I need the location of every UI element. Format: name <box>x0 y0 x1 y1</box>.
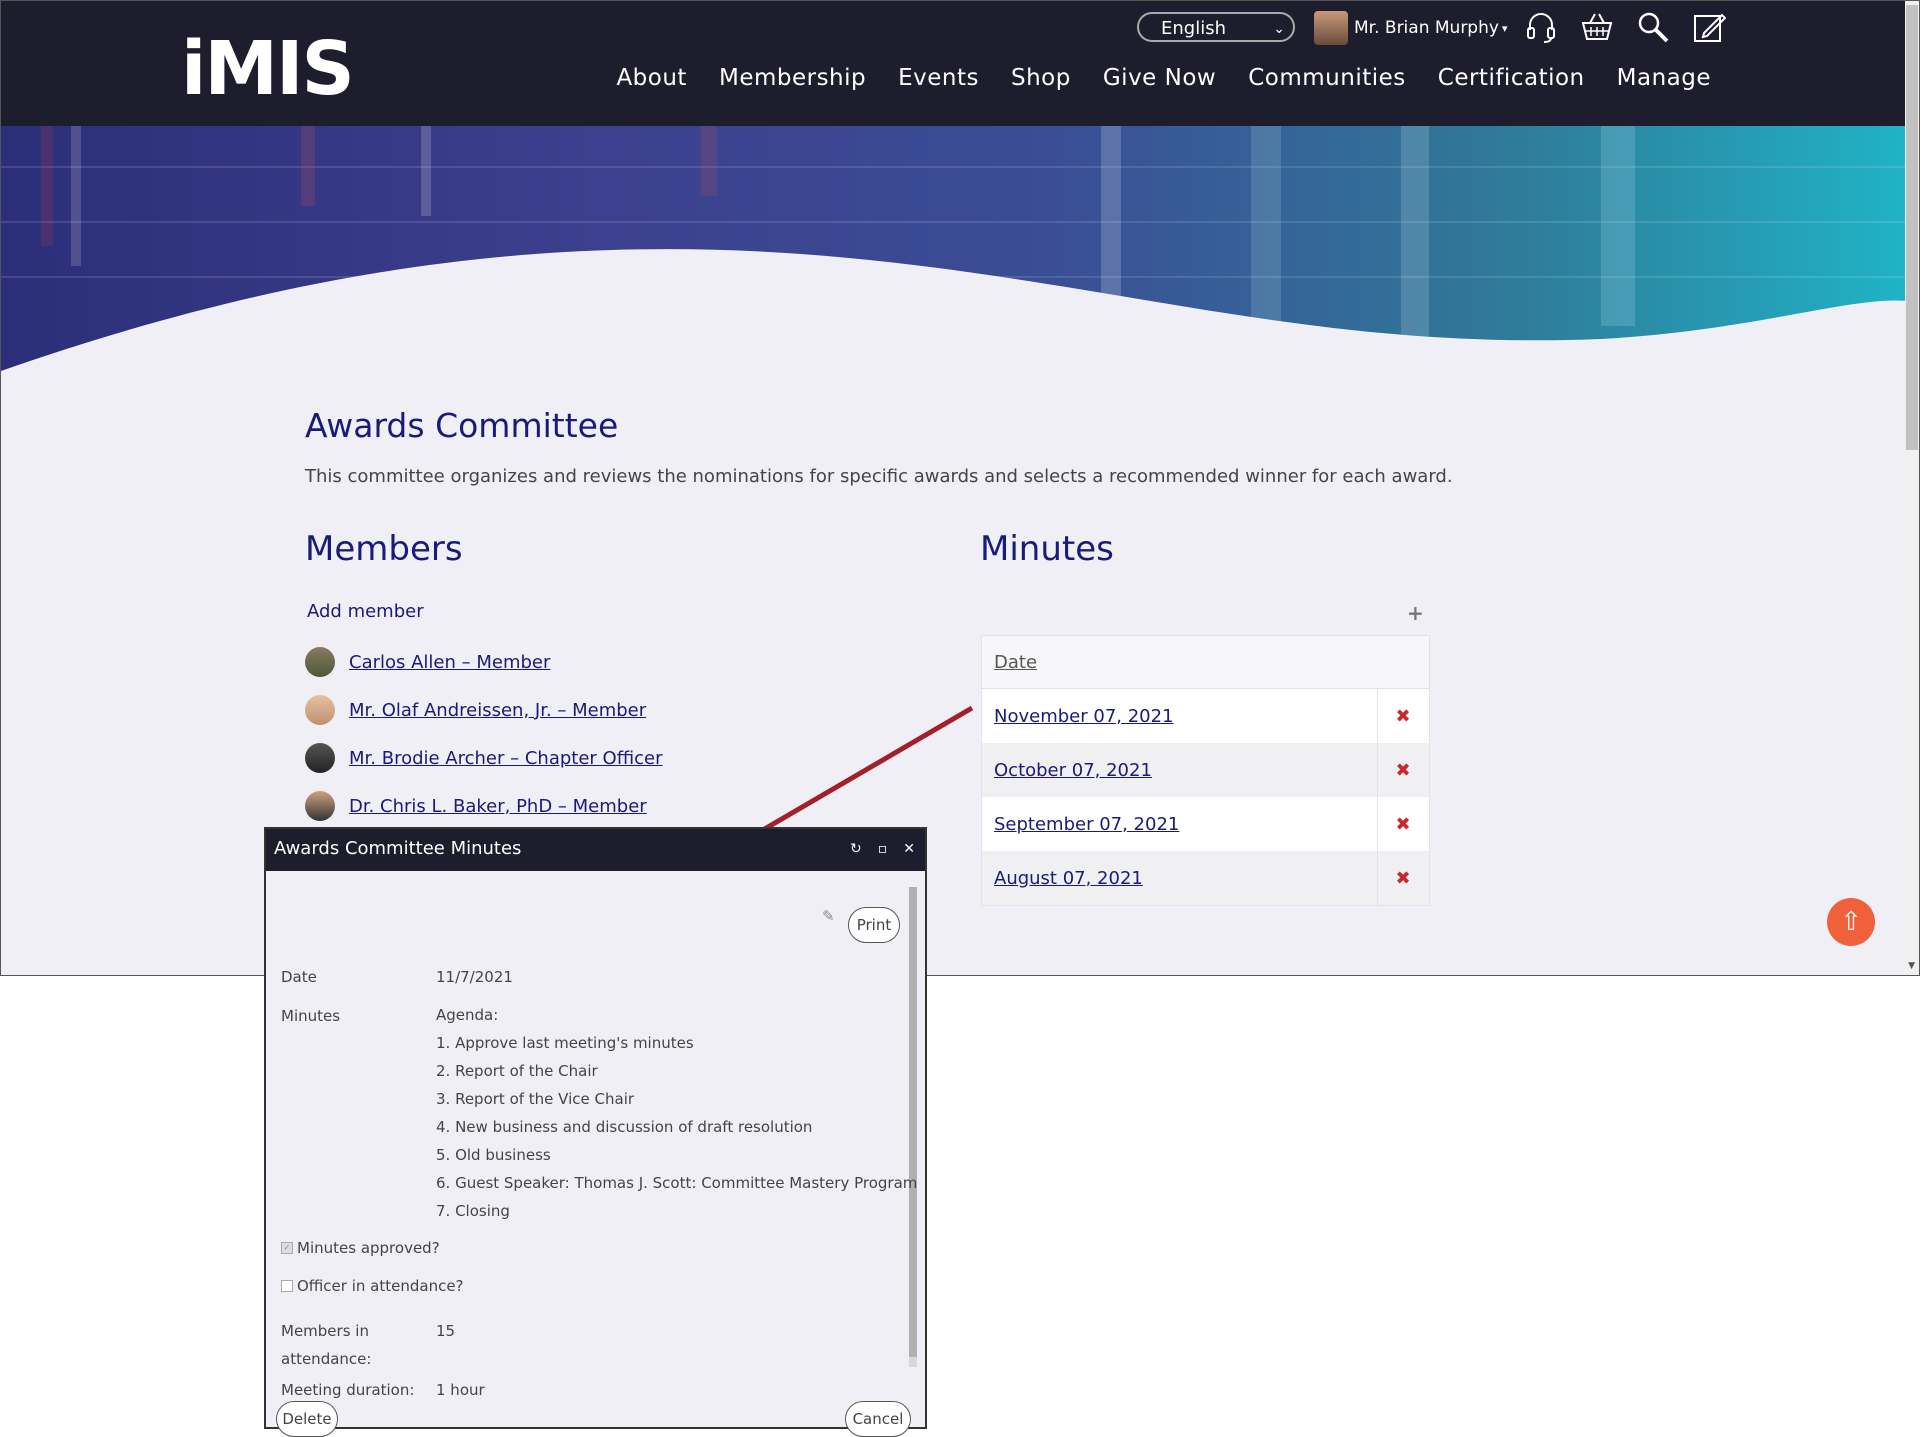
agenda-line: 1. Approve last meeting's minutes <box>436 1034 694 1052</box>
headset-icon[interactable] <box>1523 9 1559 45</box>
date-value: 11/7/2021 <box>436 968 513 986</box>
duration-value: 1 hour <box>436 1381 485 1399</box>
dialog-titlebar: Awards Committee Minutes ↻ ▫ ✕ <box>266 829 925 871</box>
pencil-icon[interactable]: ✎ <box>822 907 835 925</box>
user-menu[interactable]: Mr. Brian Murphy ▾ <box>1314 11 1507 45</box>
delete-icon[interactable]: ✖ <box>1377 797 1430 851</box>
maximize-icon[interactable]: ▫ <box>878 829 888 869</box>
agenda-line: 7. Closing <box>436 1202 510 1220</box>
minutes-approved-row: ✓ Minutes approved? <box>281 1239 440 1257</box>
member-link[interactable]: Carlos Allen – Member <box>349 652 550 673</box>
header-icons <box>1523 9 1727 45</box>
duration-label: Meeting duration: <box>281 1381 415 1399</box>
members-attendance-value: 15 <box>436 1322 456 1340</box>
user-name: Mr. Brian Murphy <box>1354 18 1499 38</box>
scroll-thumb[interactable] <box>1906 5 1918 450</box>
avatar <box>305 791 335 821</box>
minutes-date-link[interactable]: October 07, 2021 <box>994 760 1152 781</box>
basket-icon[interactable] <box>1579 9 1615 45</box>
caret-down-icon: ▾ <box>1501 21 1508 35</box>
nav-membership[interactable]: Membership <box>719 65 866 91</box>
nav-events[interactable]: Events <box>898 65 979 91</box>
add-minutes-icon[interactable]: + <box>1407 601 1424 625</box>
main-nav: About Membership Events Shop Give Now Co… <box>616 65 1711 91</box>
page-description: This committee organizes and reviews the… <box>305 466 1453 487</box>
members-attendance-label-line: Members in <box>281 1322 369 1340</box>
avatar <box>305 743 335 773</box>
agenda-line: 3. Report of the Vice Chair <box>436 1090 635 1108</box>
add-member-link[interactable]: Add member <box>307 601 424 622</box>
table-row: October 07, 2021 ✖ <box>981 743 1430 797</box>
dialog-title: Awards Committee Minutes <box>274 838 522 859</box>
language-select[interactable]: English ⌄ <box>1137 12 1295 42</box>
minutes-date-link[interactable]: November 07, 2021 <box>994 706 1174 727</box>
date-label: Date <box>281 968 317 986</box>
agenda-line: 2. Report of the Chair <box>436 1062 598 1080</box>
avatar <box>1314 11 1348 45</box>
edit-icon[interactable] <box>1691 9 1727 45</box>
nav-about[interactable]: About <box>616 65 687 91</box>
member-item: Mr. Olaf Andreissen, Jr. – Member <box>305 695 646 725</box>
agenda-list: Agenda: 1. Approve last meeting's minute… <box>436 1001 917 1225</box>
page-title: Awards Committee <box>305 406 619 445</box>
language-value: English <box>1161 18 1226 39</box>
member-item: Carlos Allen – Member <box>305 647 550 677</box>
members-attendance-label: Members in attendance: <box>281 1317 371 1373</box>
back-to-top-button[interactable]: ⇧ <box>1827 898 1875 946</box>
agenda-line: 6. Guest Speaker: Thomas J. Scott: Commi… <box>436 1174 918 1192</box>
minutes-date-link[interactable]: September 07, 2021 <box>994 814 1179 835</box>
hero-banner <box>1 126 1907 371</box>
date-column-header[interactable]: Date <box>981 635 1430 689</box>
minutes-heading: Minutes <box>980 529 1114 569</box>
nav-shop[interactable]: Shop <box>1011 65 1071 91</box>
page-scrollbar[interactable] <box>1905 1 1919 975</box>
member-link[interactable]: Dr. Chris L. Baker, PhD – Member <box>349 796 647 817</box>
table-row: November 07, 2021 ✖ <box>981 688 1430 743</box>
delete-icon[interactable]: ✖ <box>1377 851 1430 906</box>
minutes-dialog: Awards Committee Minutes ↻ ▫ ✕ ✎ Print D… <box>264 827 927 1437</box>
refresh-icon[interactable]: ↻ <box>850 829 862 869</box>
member-link[interactable]: Mr. Olaf Andreissen, Jr. – Member <box>349 700 646 721</box>
table-row: August 07, 2021 ✖ <box>981 851 1430 906</box>
nav-manage[interactable]: Manage <box>1617 65 1711 91</box>
print-button[interactable]: Print <box>848 907 900 943</box>
minutes-table: Date November 07, 2021 ✖ October 07, 202… <box>981 635 1430 906</box>
avatar <box>305 695 335 725</box>
nav-give-now[interactable]: Give Now <box>1103 65 1216 91</box>
dialog-body: ✎ Print Date 11/7/2021 Minutes Agenda: 1… <box>266 871 925 1437</box>
minutes-label: Minutes <box>281 1007 341 1025</box>
delete-button[interactable]: Delete <box>276 1401 338 1437</box>
hero-wave <box>1 126 1907 371</box>
close-icon[interactable]: ✕ <box>903 829 915 869</box>
scroll-down-icon[interactable]: ▼ <box>1908 961 1915 971</box>
officer-label: Officer in attendance? <box>297 1277 464 1295</box>
member-item: Mr. Brodie Archer – Chapter Officer <box>305 743 662 773</box>
minutes-approved-label: Minutes approved? <box>297 1239 440 1257</box>
members-heading: Members <box>305 529 463 569</box>
delete-icon[interactable]: ✖ <box>1377 743 1430 797</box>
minutes-date-link[interactable]: August 07, 2021 <box>994 868 1143 889</box>
top-header: iMIS English ⌄ Mr. Brian Murphy ▾ About … <box>1 1 1907 126</box>
member-link[interactable]: Mr. Brodie Archer – Chapter Officer <box>349 748 662 769</box>
agenda-line: 4. New business and discussion of draft … <box>436 1118 813 1136</box>
agenda-line: Agenda: <box>436 1006 499 1024</box>
delete-icon[interactable]: ✖ <box>1377 688 1430 743</box>
chevron-down-icon: ⌄ <box>1273 21 1285 37</box>
member-item: Dr. Chris L. Baker, PhD – Member <box>305 791 647 821</box>
imis-logo[interactable]: iMIS <box>181 29 355 109</box>
nav-certification[interactable]: Certification <box>1438 65 1585 91</box>
officer-row: Officer in attendance? <box>281 1277 464 1295</box>
agenda-line: 5. Old business <box>436 1146 551 1164</box>
cancel-button[interactable]: Cancel <box>845 1401 911 1437</box>
members-attendance-label-line: attendance: <box>281 1350 372 1368</box>
nav-communities[interactable]: Communities <box>1248 65 1406 91</box>
officer-checkbox[interactable] <box>281 1280 293 1292</box>
minutes-approved-checkbox[interactable]: ✓ <box>281 1242 293 1254</box>
search-icon[interactable] <box>1635 9 1671 45</box>
avatar <box>305 647 335 677</box>
table-row: September 07, 2021 ✖ <box>981 797 1430 851</box>
